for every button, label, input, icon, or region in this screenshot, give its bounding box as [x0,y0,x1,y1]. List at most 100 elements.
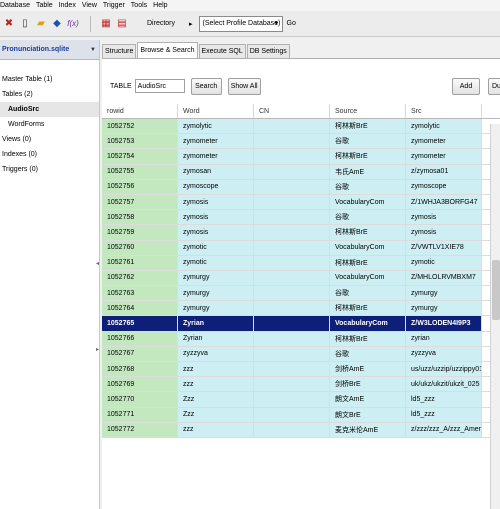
table-row[interactable]: 1052767 zyzzyva 谷歌 zyzzyva [102,346,500,362]
cell-cn[interactable] [254,210,330,225]
cell-cn[interactable] [254,149,330,164]
column-header-word[interactable]: Word [178,104,254,118]
function-icon[interactable]: f(x) [66,16,80,32]
table-row[interactable]: 1052759 zymosis 柯林斯BrE zymosis [102,225,500,241]
column-header-cn[interactable]: CN [254,104,330,118]
cell-source[interactable]: VocabularyCom [330,316,406,331]
cell-src[interactable]: zymolytic [406,119,482,134]
cell-cn[interactable] [254,194,330,210]
cell-source[interactable]: VocabularyCom [330,194,406,210]
splitter-handle-icon[interactable]: ◂ [96,260,99,267]
cell-source[interactable]: VocabularyCom [330,270,406,286]
cell-cn[interactable] [254,362,330,377]
cell-cn[interactable] [254,331,330,346]
cell-src[interactable]: zymometer [406,134,482,149]
cell-cn[interactable] [254,407,330,422]
table-row[interactable]: 1052760 zymotic VocabularyCom Z/VWTLV1XIE78 [102,240,500,256]
database-selector[interactable]: Pronunciation.sqlite ▼ [0,40,99,60]
cell-cn[interactable] [254,270,330,286]
cell-rowid[interactable]: 1052754 [102,149,178,164]
menu-item-view[interactable]: View [79,2,100,9]
cell-word[interactable]: zzz [178,422,254,437]
cell-src[interactable]: zyzzyva [406,346,482,361]
cell-source[interactable]: 朗文BrE [330,407,406,422]
cell-cn[interactable] [254,255,330,270]
cell-cn[interactable] [254,346,330,361]
cell-src[interactable]: z/zzz/zzz_A/zzz_American_... [406,422,482,437]
cell-src[interactable]: zymurgy [406,301,482,316]
cell-word[interactable]: zymometer [178,134,254,149]
menu-item-help[interactable]: Help [150,2,170,9]
cell-word[interactable]: zzz [178,362,254,377]
cell-cn[interactable] [254,119,330,134]
cell-rowid[interactable]: 1052772 [102,422,178,437]
cell-source[interactable]: 柯林斯BrE [330,255,406,270]
cell-cn[interactable] [254,179,330,194]
table-row[interactable]: 1052756 zymoscope 谷歌 zymoscope [102,179,500,195]
cell-word[interactable]: zymotic [178,255,254,270]
cell-source[interactable]: 柯林斯BrE [330,301,406,316]
cell-cn[interactable] [254,301,330,316]
table-row[interactable]: 1052768 zzz 剑桥AmE us/uzz/uzzip/uzzippy017 [102,362,500,378]
cell-source[interactable]: 柯林斯BrE [330,149,406,164]
table-row[interactable]: 1052755 zymosan 韦氏AmE z/zymosa01 [102,164,500,180]
cell-src[interactable]: zyrian [406,331,482,346]
cell-src[interactable]: z/zymosa01 [406,164,482,179]
cell-source[interactable]: VocabularyCom [330,240,406,255]
open-folder-icon[interactable]: ▰ [34,16,48,32]
cell-rowid[interactable]: 1052767 [102,346,178,361]
menu-item-table[interactable]: Table [33,2,56,9]
cell-rowid[interactable]: 1052762 [102,270,178,286]
vertical-scrollbar[interactable] [490,124,500,509]
tab-execute-sql[interactable]: Execute SQL [198,44,246,58]
cell-source[interactable]: 韦氏AmE [330,164,406,179]
cell-word[interactable]: zymolytic [178,119,254,134]
tree-item-audiosrc[interactable]: AudioSrc [0,102,99,117]
cell-rowid[interactable]: 1052763 [102,286,178,301]
cell-source[interactable]: 柯林斯BrE [330,331,406,346]
cell-rowid[interactable]: 1052771 [102,407,178,422]
tree-item-master[interactable]: Master Table (1) [0,72,99,87]
directory-arrow-icon[interactable]: ▸ [189,20,193,28]
cell-source[interactable]: 柯林斯BrE [330,225,406,240]
cell-rowid[interactable]: 1052770 [102,392,178,407]
cell-rowid[interactable]: 1052757 [102,194,178,210]
cell-cn[interactable] [254,240,330,255]
splitter-handle-icon[interactable]: ▸ [96,346,99,353]
search-button[interactable]: Search [190,77,222,95]
cell-word[interactable]: zymotic [178,240,254,255]
cell-source[interactable]: 麦克米伦AmE [330,422,406,437]
table-row[interactable]: 1052770 Zzz 朗文AmE ld5_zzz [102,392,500,408]
cell-rowid[interactable]: 1052761 [102,255,178,270]
cell-rowid[interactable]: 1052769 [102,377,178,392]
cell-rowid[interactable]: 1052758 [102,210,178,225]
cell-word[interactable]: Zyrian [178,331,254,346]
cell-source[interactable]: 谷歌 [330,210,406,225]
tree-item-triggers[interactable]: Triggers (0) [0,162,99,177]
table-row[interactable]: 1052765 Zyrian VocabularyCom Z/W3LODEN4I9P3 [102,316,500,332]
cell-word[interactable]: zymurgy [178,270,254,286]
cell-source[interactable]: 谷歌 [330,134,406,149]
duplicate-button[interactable]: Dupl [488,77,500,95]
table-row[interactable]: 1052761 zymotic 柯林斯BrE zymotic [102,255,500,271]
cell-src[interactable]: zymometer [406,149,482,164]
cell-word[interactable]: zymosis [178,194,254,210]
cell-cn[interactable] [254,422,330,437]
cell-rowid[interactable]: 1052764 [102,301,178,316]
cell-word[interactable]: zymurgy [178,286,254,301]
cell-rowid[interactable]: 1052760 [102,240,178,255]
cell-source[interactable]: 谷歌 [330,346,406,361]
cell-source[interactable]: 谷歌 [330,286,406,301]
menu-item-tools[interactable]: Tools [128,2,150,9]
table-select[interactable]: AudioSrc [134,79,185,93]
cell-cn[interactable] [254,134,330,149]
cell-src[interactable]: ld5_zzz [406,392,482,407]
table-row[interactable]: 1052766 Zyrian 柯林斯BrE zyrian [102,331,500,347]
cell-rowid[interactable]: 1052765 [102,316,178,331]
cell-cn[interactable] [254,225,330,240]
tab-browse-search[interactable]: Browse & Search [137,42,198,58]
cell-word[interactable]: zyzzyva [178,346,254,361]
table-row[interactable]: 1052769 zzz 剑桥BrE uk/ukz/ukzit/ukzit_025 [102,377,500,393]
cell-src[interactable]: ld5_zzz [406,407,482,422]
cell-src[interactable]: zymosis [406,225,482,240]
